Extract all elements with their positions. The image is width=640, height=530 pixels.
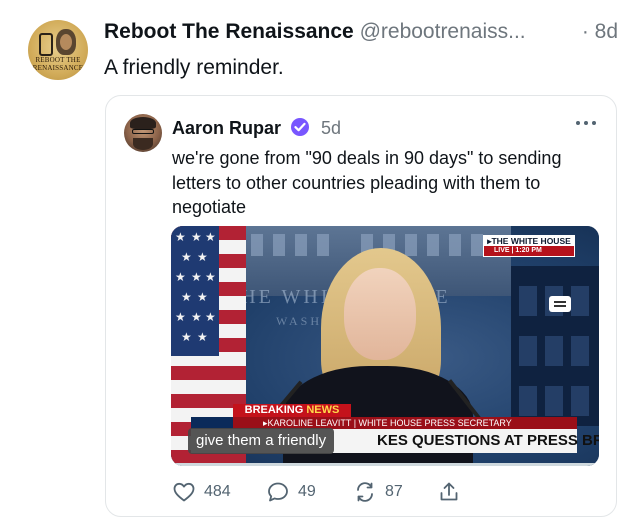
avatar-logo-text: REBOOT THE RENAISSANCE [32, 56, 84, 72]
avatar-hair [130, 117, 156, 129]
action-bar: 484 49 87 [172, 479, 592, 505]
speaker-face [344, 268, 416, 360]
quoted-author-avatar[interactable] [124, 114, 162, 152]
share-button[interactable] [437, 479, 469, 505]
reply-button[interactable]: 49 [266, 479, 316, 505]
like-count: 484 [204, 483, 231, 500]
quoted-post-card[interactable]: Aaron Rupar 5d we're gone from "90 deals… [105, 95, 617, 517]
post-time[interactable]: · 8d [582, 18, 618, 46]
quoted-author-name[interactable]: Aaron Rupar [172, 118, 281, 138]
video-caption: give them a friendly [188, 428, 335, 454]
repost-icon [357, 482, 373, 502]
comment-icon [268, 482, 288, 502]
repost-count: 87 [385, 483, 403, 500]
quoted-post-time[interactable]: 5d [321, 118, 341, 138]
live-bug: ▸THE WHITE HOUSE LIVE | 1:20 PM [483, 235, 575, 257]
live-bug-title: ▸THE WHITE HOUSE [484, 236, 574, 246]
video-progress-bar[interactable] [171, 463, 599, 466]
author-avatar[interactable]: REBOOT THE RENAISSANCE [28, 20, 88, 80]
captions-icon[interactable] [549, 296, 571, 312]
author-handle[interactable]: @rebootrenaiss... [360, 20, 526, 43]
news-label: NEWS [306, 404, 340, 416]
more-options-icon[interactable] [576, 118, 598, 128]
avatar-figure-face [60, 34, 72, 50]
verified-badge-icon [291, 118, 310, 136]
repost-button[interactable]: 87 [353, 479, 403, 505]
video-player[interactable]: THE WHITE HOUSE WASHINGTON ★★★ ★★ ★★★ ★★… [171, 226, 599, 466]
author-name[interactable]: Reboot The Renaissance [104, 20, 354, 43]
quoted-post-text: we're gone from "90 deals in 90 days" to… [172, 148, 562, 217]
quoted-post-header: Aaron Rupar 5d [172, 116, 341, 140]
reply-count: 49 [298, 483, 316, 500]
live-bug-time: LIVE | 1:20 PM [494, 247, 542, 254]
post-header: Reboot The Renaissance @rebootrenaiss... [104, 18, 526, 46]
breaking-news-banner: BREAKING NEWS [233, 404, 351, 417]
post-text: A friendly reminder. [104, 56, 284, 79]
avatar-beard [133, 138, 153, 150]
share-icon [440, 482, 458, 501]
like-button[interactable]: 484 [172, 479, 231, 505]
phone-icon [39, 33, 53, 56]
heart-icon [173, 482, 195, 502]
video-right-panel [511, 266, 599, 426]
breaking-label: BREAKING [244, 404, 304, 416]
avatar-glasses [132, 129, 154, 134]
